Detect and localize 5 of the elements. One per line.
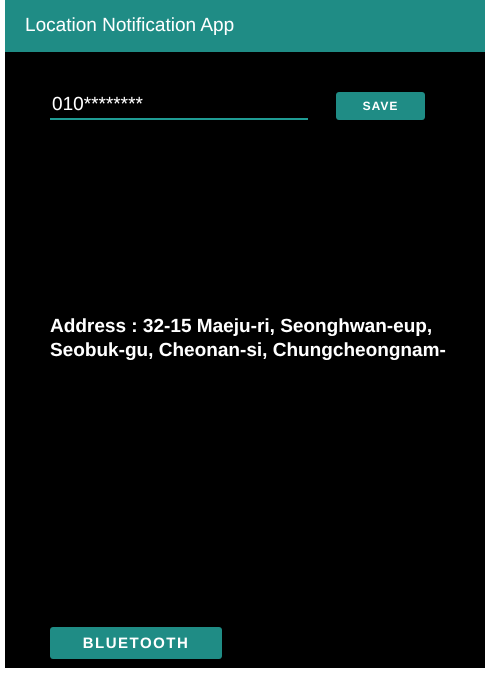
bluetooth-button[interactable]: BLUETOOTH: [50, 627, 222, 659]
address-text: Address : 32-15 Maeju-ri, Seonghwan-eup, Seobuk-gu, Cheonan-si, Chungcheongnam-: [50, 315, 447, 363]
save-button[interactable]: SAVE: [336, 92, 425, 120]
app-title: Location Notification App: [25, 15, 234, 37]
phone-input-field[interactable]: 010********: [50, 92, 308, 120]
